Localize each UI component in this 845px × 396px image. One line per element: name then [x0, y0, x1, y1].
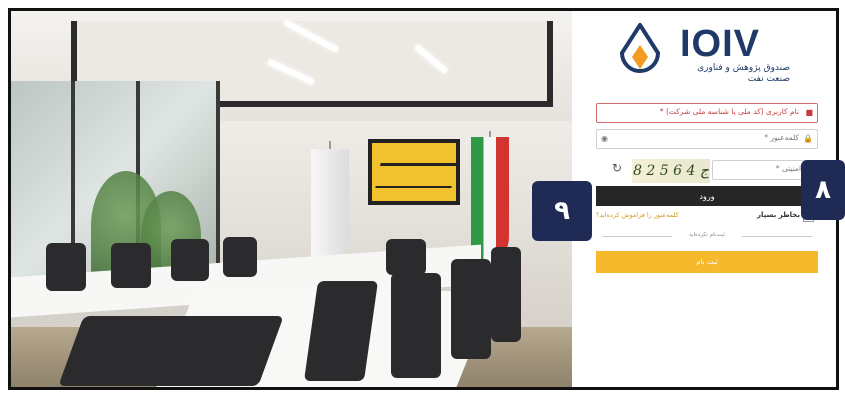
brand-subtitle: صندوق پژوهش و فناوری صنعت نفت [697, 63, 790, 84]
remember-label: بخاطر بسپار [757, 211, 800, 219]
login-button[interactable]: ورود [596, 186, 818, 206]
chair [391, 273, 441, 378]
password-field[interactable]: 🔒 کلمه‌عبور * ◉ [596, 129, 818, 149]
chair [46, 243, 86, 291]
user-icon: ■ [805, 108, 813, 117]
password-placeholder: کلمه‌عبور * [764, 133, 799, 142]
chair [491, 247, 521, 342]
brand-name: IOIV [680, 23, 761, 65]
divider-line [742, 236, 812, 237]
office-photo [11, 11, 572, 387]
divider-line [602, 236, 672, 237]
forgot-password-link[interactable]: کلمه‌عبور را فراموش کرده‌اید؟ [596, 211, 679, 219]
divider-text: ثبت‌نام نکرده‌اید [689, 232, 725, 238]
chair [451, 259, 491, 359]
chair [223, 237, 257, 277]
company-flag [311, 149, 349, 269]
username-placeholder: نام کاربری (کد ملی یا شناسه ملی شرکت) * [659, 107, 799, 116]
register-button[interactable]: ثبت نام [596, 251, 818, 273]
username-field[interactable]: ■ نام کاربری (کد ملی یا شناسه ملی شرکت) … [596, 103, 818, 123]
login-panel: IOIV صندوق پژوهش و فناوری صنعت نفت ■ نام… [572, 11, 836, 387]
screenshot-frame: IOIV صندوق پژوهش و فناوری صنعت نفت ■ نام… [8, 8, 839, 390]
step-badge-left: ۹ [532, 181, 592, 241]
brand-logo: IOIV صندوق پژوهش و فناوری صنعت نفت [620, 23, 810, 93]
calligraphy-painting [368, 139, 460, 205]
chair [58, 316, 284, 386]
eye-icon[interactable]: ◉ [601, 134, 608, 143]
chair [171, 239, 209, 281]
refresh-icon[interactable]: ↻ [612, 161, 622, 175]
step-badge-right: ۸ [801, 160, 845, 220]
logo-mark-icon [620, 23, 660, 73]
chair [111, 243, 151, 288]
lock-icon: 🔒 [803, 134, 813, 143]
chair [386, 239, 426, 275]
captcha-image: 8 2 5 6 4 ج ه [632, 159, 710, 203]
